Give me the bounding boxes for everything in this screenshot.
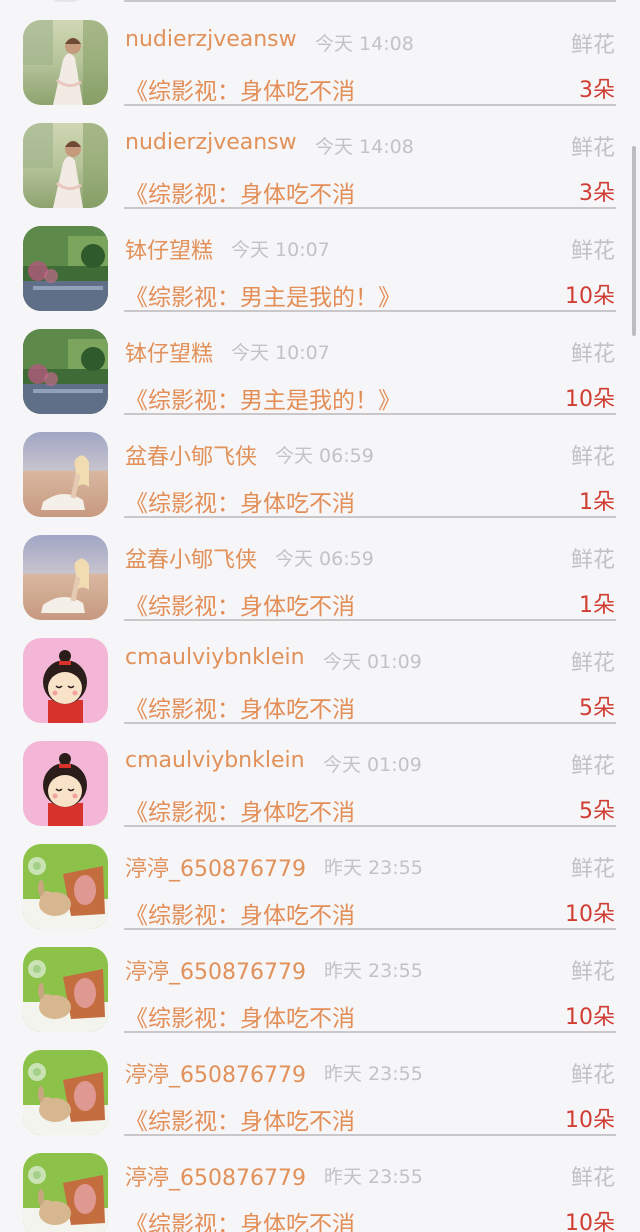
forest-lake-icon[interactable] <box>23 226 108 311</box>
book-title[interactable]: 《综影视：身体吃不消 <box>125 896 355 930</box>
username[interactable]: 钵仔望糕 <box>125 336 213 368</box>
gift-type-label: 鲜花 <box>570 1063 615 1088</box>
book-title[interactable]: 《综影视：男主是我的！》 <box>125 278 401 312</box>
gift-type-label: 鲜花 <box>570 754 615 779</box>
gift-record-list: nudierzjveansw 今天 14:08 鲜花 《综影视：身体吃不消 3朵… <box>0 0 640 1232</box>
gift-record-row[interactable]: nudierzjveansw 今天 14:08 鲜花 《综影视：身体吃不消 3朵 <box>0 105 640 209</box>
gift-count: 10朵 <box>565 284 615 309</box>
username[interactable]: 渟渟_650876779 <box>125 851 306 883</box>
bunny-pot-icon[interactable] <box>23 1050 108 1135</box>
username[interactable]: 渟渟_650876779 <box>125 1160 306 1192</box>
gift-record-row[interactable]: 钵仔望糕 今天 10:07 鲜花 《综影视：男主是我的！》 10朵 <box>0 311 640 415</box>
timestamp: 今天 10:07 <box>231 239 330 261</box>
forest-lake-icon[interactable] <box>23 329 108 414</box>
timestamp: 昨天 23:55 <box>324 960 423 982</box>
timestamp: 今天 01:09 <box>323 754 422 776</box>
username[interactable]: nudierzjveansw <box>125 130 297 155</box>
gift-record-row[interactable]: 盆春小郇飞侠 今天 06:59 鲜花 《综影视：身体吃不消 1朵 <box>0 517 640 621</box>
gift-type-label: 鲜花 <box>570 1166 615 1191</box>
gift-type-label: 鲜花 <box>570 342 615 367</box>
cartoon-girl-icon[interactable] <box>23 638 108 723</box>
girl-beach-icon[interactable] <box>23 535 108 620</box>
username[interactable]: cmaulviybnklein <box>125 748 305 773</box>
gift-record-row[interactable]: 渟渟_650876779 昨天 23:55 鲜花 《综影视：身体吃不消 10朵 <box>0 1032 640 1136</box>
book-title[interactable]: 《综影视：身体吃不消 <box>125 999 355 1033</box>
timestamp: 今天 06:59 <box>275 445 374 467</box>
timestamp: 今天 14:08 <box>315 33 414 55</box>
gift-type-label: 鲜花 <box>570 548 615 573</box>
bunny-pot-icon[interactable] <box>23 947 108 1032</box>
gift-count: 10朵 <box>565 1108 615 1133</box>
book-title[interactable]: 《综影视：身体吃不消 <box>125 484 355 518</box>
gift-type-label: 鲜花 <box>570 651 615 676</box>
gift-type-label: 鲜花 <box>570 33 615 58</box>
username[interactable]: nudierzjveansw <box>125 27 297 52</box>
gift-count: 10朵 <box>565 902 615 927</box>
timestamp: 今天 14:08 <box>315 136 414 158</box>
gift-count: 3朵 <box>579 78 615 103</box>
gift-type-label: 鲜花 <box>570 445 615 470</box>
timestamp: 昨天 23:55 <box>324 1063 423 1085</box>
timestamp: 昨天 23:55 <box>324 857 423 879</box>
username[interactable]: 盆春小郇飞侠 <box>125 439 257 471</box>
timestamp: 今天 10:07 <box>231 342 330 364</box>
gift-record-row[interactable]: 渟渟_650876779 昨天 23:55 鲜花 《综影视：身体吃不消 10朵 <box>0 1135 640 1232</box>
gift-type-label: 鲜花 <box>570 136 615 161</box>
girl-beach-icon[interactable] <box>23 432 108 517</box>
gift-record-row[interactable]: 渟渟_650876779 昨天 23:55 鲜花 《综影视：身体吃不消 10朵 <box>0 826 640 930</box>
gift-count: 5朵 <box>579 799 615 824</box>
gift-count: 10朵 <box>565 1005 615 1030</box>
username[interactable]: 盆春小郇飞侠 <box>125 542 257 574</box>
bunny-pot-icon[interactable] <box>23 1153 108 1232</box>
gift-count: 1朵 <box>579 490 615 515</box>
bunny-pot-icon[interactable] <box>23 844 108 929</box>
book-title[interactable]: 《综影视：身体吃不消 <box>125 72 355 106</box>
book-title[interactable]: 《综影视：男主是我的！》 <box>125 381 401 415</box>
book-title[interactable]: 《综影视：身体吃不消 <box>125 690 355 724</box>
gift-record-row[interactable]: cmaulviybnklein 今天 01:09 鲜花 《综影视：身体吃不消 5… <box>0 620 640 724</box>
gift-record-row[interactable]: nudierzjveansw 今天 14:08 鲜花 《综影视：身体吃不消 3朵 <box>0 2 640 106</box>
gift-record-row[interactable]: 钵仔望糕 今天 10:07 鲜花 《综影视：男主是我的！》 10朵 <box>0 208 640 312</box>
timestamp: 今天 06:59 <box>275 548 374 570</box>
gift-count: 10朵 <box>565 1211 615 1232</box>
book-title[interactable]: 《综影视：身体吃不消 <box>125 1205 355 1232</box>
username[interactable]: 渟渟_650876779 <box>125 954 306 986</box>
girl-meadow-icon[interactable] <box>23 123 108 208</box>
gift-type-label: 鲜花 <box>570 857 615 882</box>
gift-record-row[interactable]: 盆春小郇飞侠 今天 06:59 鲜花 《综影视：身体吃不消 1朵 <box>0 414 640 518</box>
timestamp: 昨天 23:55 <box>324 1166 423 1188</box>
book-title[interactable]: 《综影视：身体吃不消 <box>125 793 355 827</box>
gift-count: 1朵 <box>579 593 615 618</box>
cartoon-girl-icon[interactable] <box>23 741 108 826</box>
gift-count: 3朵 <box>579 181 615 206</box>
username[interactable]: 钵仔望糕 <box>125 233 213 265</box>
scrollbar[interactable] <box>632 146 636 336</box>
book-title[interactable]: 《综影视：身体吃不消 <box>125 1102 355 1136</box>
username[interactable]: cmaulviybnklein <box>125 645 305 670</box>
gift-count: 10朵 <box>565 387 615 412</box>
gift-type-label: 鲜花 <box>570 960 615 985</box>
book-title[interactable]: 《综影视：身体吃不消 <box>125 175 355 209</box>
gift-record-row[interactable]: cmaulviybnklein 今天 01:09 鲜花 《综影视：身体吃不消 5… <box>0 723 640 827</box>
gift-count: 5朵 <box>579 696 615 721</box>
girl-meadow-icon[interactable] <box>23 20 108 105</box>
username[interactable]: 渟渟_650876779 <box>125 1057 306 1089</box>
gift-type-label: 鲜花 <box>570 239 615 264</box>
book-title[interactable]: 《综影视：身体吃不消 <box>125 587 355 621</box>
timestamp: 今天 01:09 <box>323 651 422 673</box>
gift-record-row[interactable]: 渟渟_650876779 昨天 23:55 鲜花 《综影视：身体吃不消 10朵 <box>0 929 640 1033</box>
